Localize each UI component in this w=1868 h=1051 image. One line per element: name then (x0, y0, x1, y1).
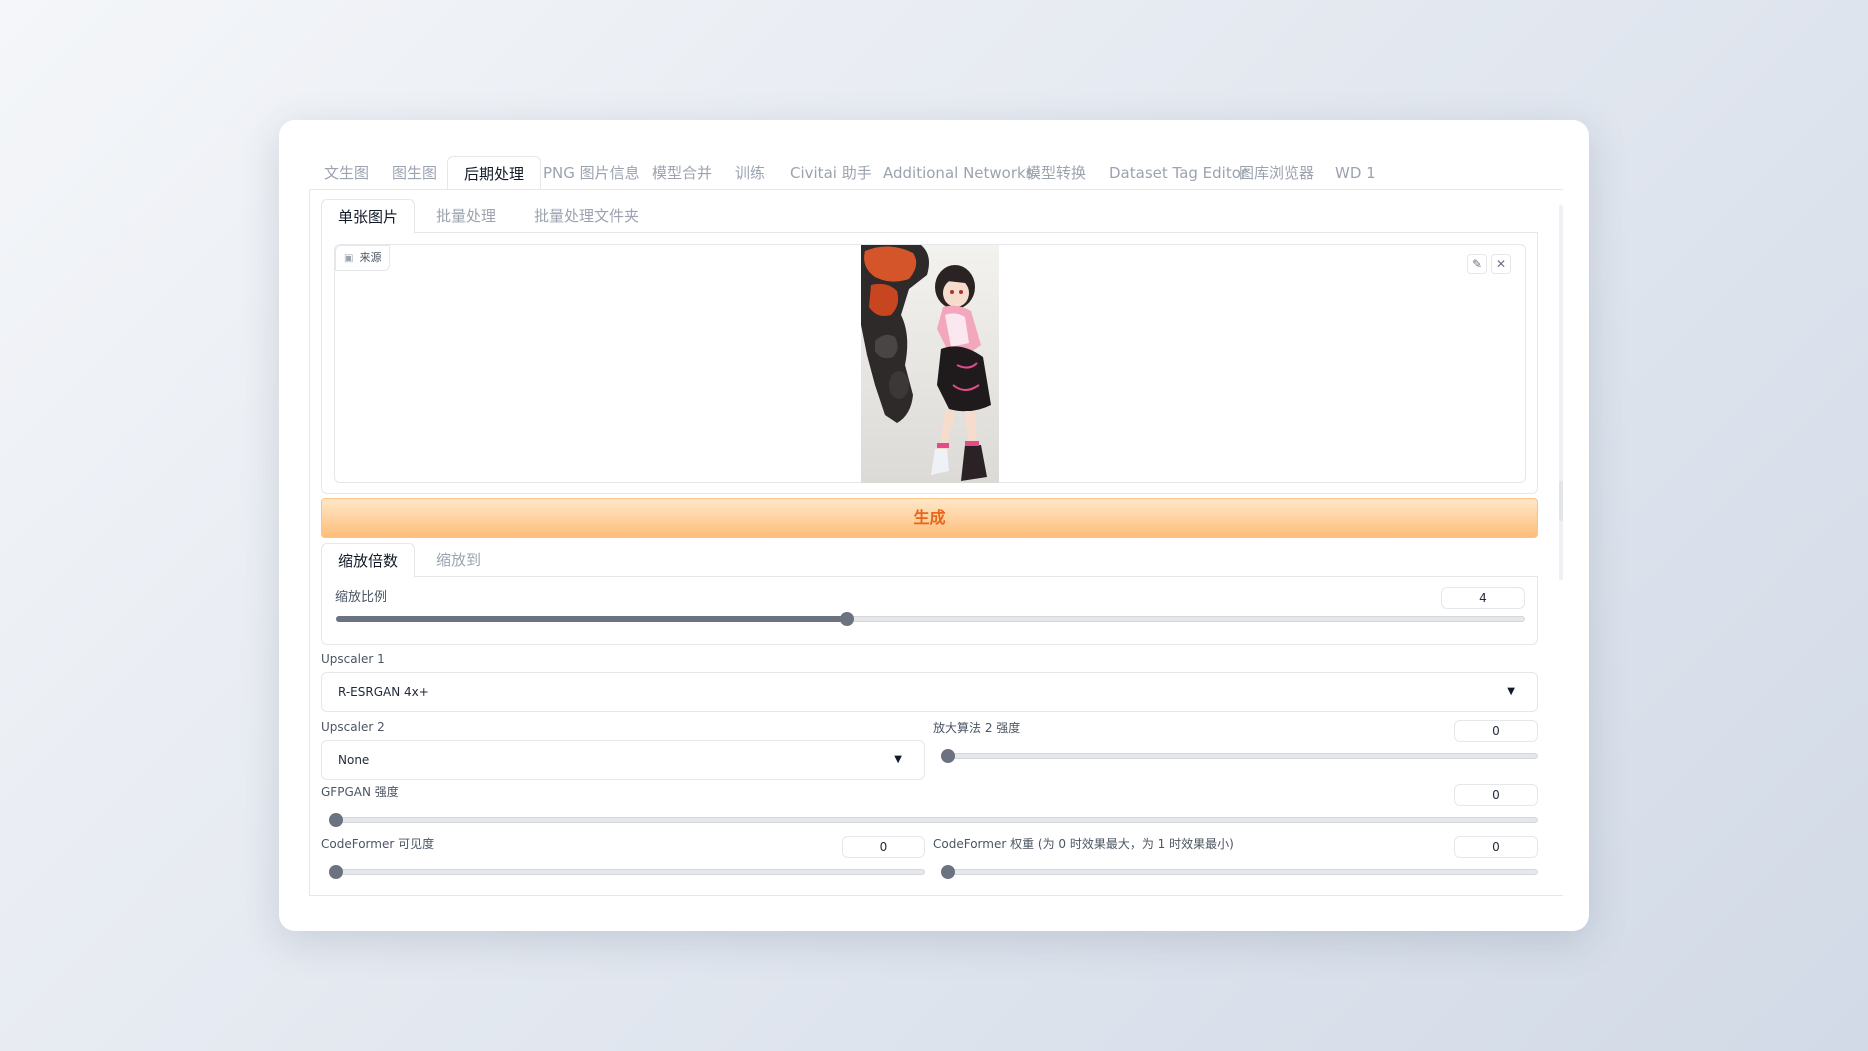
tab-civitai-helper[interactable]: Civitai 助手 (790, 156, 872, 189)
tab-scale-to[interactable]: 缩放到 (436, 543, 481, 577)
tab-wd14[interactable]: WD 1 (1335, 156, 1376, 189)
tab-single-image[interactable]: 单张图片 (321, 199, 416, 234)
gfpgan-label: GFPGAN 强度 (321, 785, 399, 799)
scale-tab-bar: 缩放倍数 缩放到 (321, 543, 1538, 578)
gfpgan-input[interactable]: 0 (1454, 784, 1538, 806)
scrollbar[interactable] (1559, 205, 1563, 580)
tab-model-converter[interactable]: 模型转换 (1026, 156, 1086, 189)
main-card: 文生图 图生图 后期处理 PNG 图片信息 模型合并 训练 Civitai 助手… (279, 120, 1589, 931)
tab-scale-by[interactable]: 缩放倍数 (321, 543, 416, 578)
codeformer-visibility-input[interactable]: 0 (842, 836, 925, 858)
chevron-down-icon: ▼ (894, 754, 902, 765)
upscaler2-label: Upscaler 2 (321, 720, 385, 734)
tab-checkpoint-merger[interactable]: 模型合并 (652, 156, 712, 189)
tab-additional-networks[interactable]: Additional Networks (883, 156, 1034, 189)
upscaler2-strength-label: 放大算法 2 强度 (933, 721, 1021, 735)
codeformer-weight-input[interactable]: 0 (1454, 836, 1538, 858)
codeformer-visibility-slider[interactable] (329, 865, 925, 879)
upscaler2-strength-slider[interactable] (941, 749, 1538, 763)
slider-knob[interactable] (941, 749, 955, 763)
tab-batch-from-directory[interactable]: 批量处理文件夹 (534, 199, 639, 233)
top-tab-bar: 文生图 图生图 后期处理 PNG 图片信息 模型合并 训练 Civitai 助手… (309, 156, 1563, 190)
upscaler1-label: Upscaler 1 (321, 652, 385, 666)
source-image-preview (861, 245, 999, 483)
sub-tab-bar: 单张图片 批量处理 批量处理文件夹 (321, 199, 1538, 234)
codeformer-weight-slider[interactable] (941, 865, 1538, 879)
tab-train[interactable]: 训练 (735, 156, 765, 189)
tab-dataset-tag-editor[interactable]: Dataset Tag Editor (1109, 156, 1247, 189)
tab-img2img[interactable]: 图生图 (392, 156, 437, 189)
tab-extras[interactable]: 后期处理 (447, 156, 542, 189)
gfpgan-slider[interactable] (329, 813, 1538, 827)
upscaler1-select[interactable]: R-ESRGAN 4x+ ▼ (321, 672, 1538, 712)
edit-icon[interactable]: ✎ (1467, 254, 1487, 274)
upscaler2-select[interactable]: None ▼ (321, 740, 925, 780)
source-image-dropzone[interactable]: ▣ 来源 ✎ ✕ (334, 244, 1526, 483)
slider-knob[interactable] (941, 865, 955, 879)
codeformer-weight-label: CodeFormer 权重 (为 0 时效果最大，为 1 时效果最小) (933, 837, 1234, 851)
close-icon[interactable]: ✕ (1491, 254, 1511, 274)
tab-image-browser[interactable]: 图库浏览器 (1239, 156, 1314, 189)
scale-slider[interactable] (336, 612, 1525, 626)
slider-knob[interactable] (840, 612, 855, 626)
codeformer-visibility-label: CodeFormer 可见度 (321, 837, 435, 851)
chevron-down-icon: ▼ (1507, 686, 1515, 697)
generate-button[interactable]: 生成 (321, 498, 1538, 538)
scale-by-panel (321, 577, 1538, 645)
scale-input[interactable]: 4 (1441, 587, 1525, 609)
source-label: ▣ 来源 (335, 245, 391, 271)
tab-png-info[interactable]: PNG 图片信息 (543, 156, 640, 189)
upscaler2-strength-input[interactable]: 0 (1454, 720, 1538, 742)
scale-label: 缩放比例 (335, 590, 388, 605)
image-icon: ▣ (344, 253, 354, 264)
tab-batch-process[interactable]: 批量处理 (436, 199, 496, 233)
slider-knob[interactable] (329, 813, 343, 827)
tab-txt2img[interactable]: 文生图 (324, 156, 369, 189)
slider-knob[interactable] (329, 865, 343, 879)
